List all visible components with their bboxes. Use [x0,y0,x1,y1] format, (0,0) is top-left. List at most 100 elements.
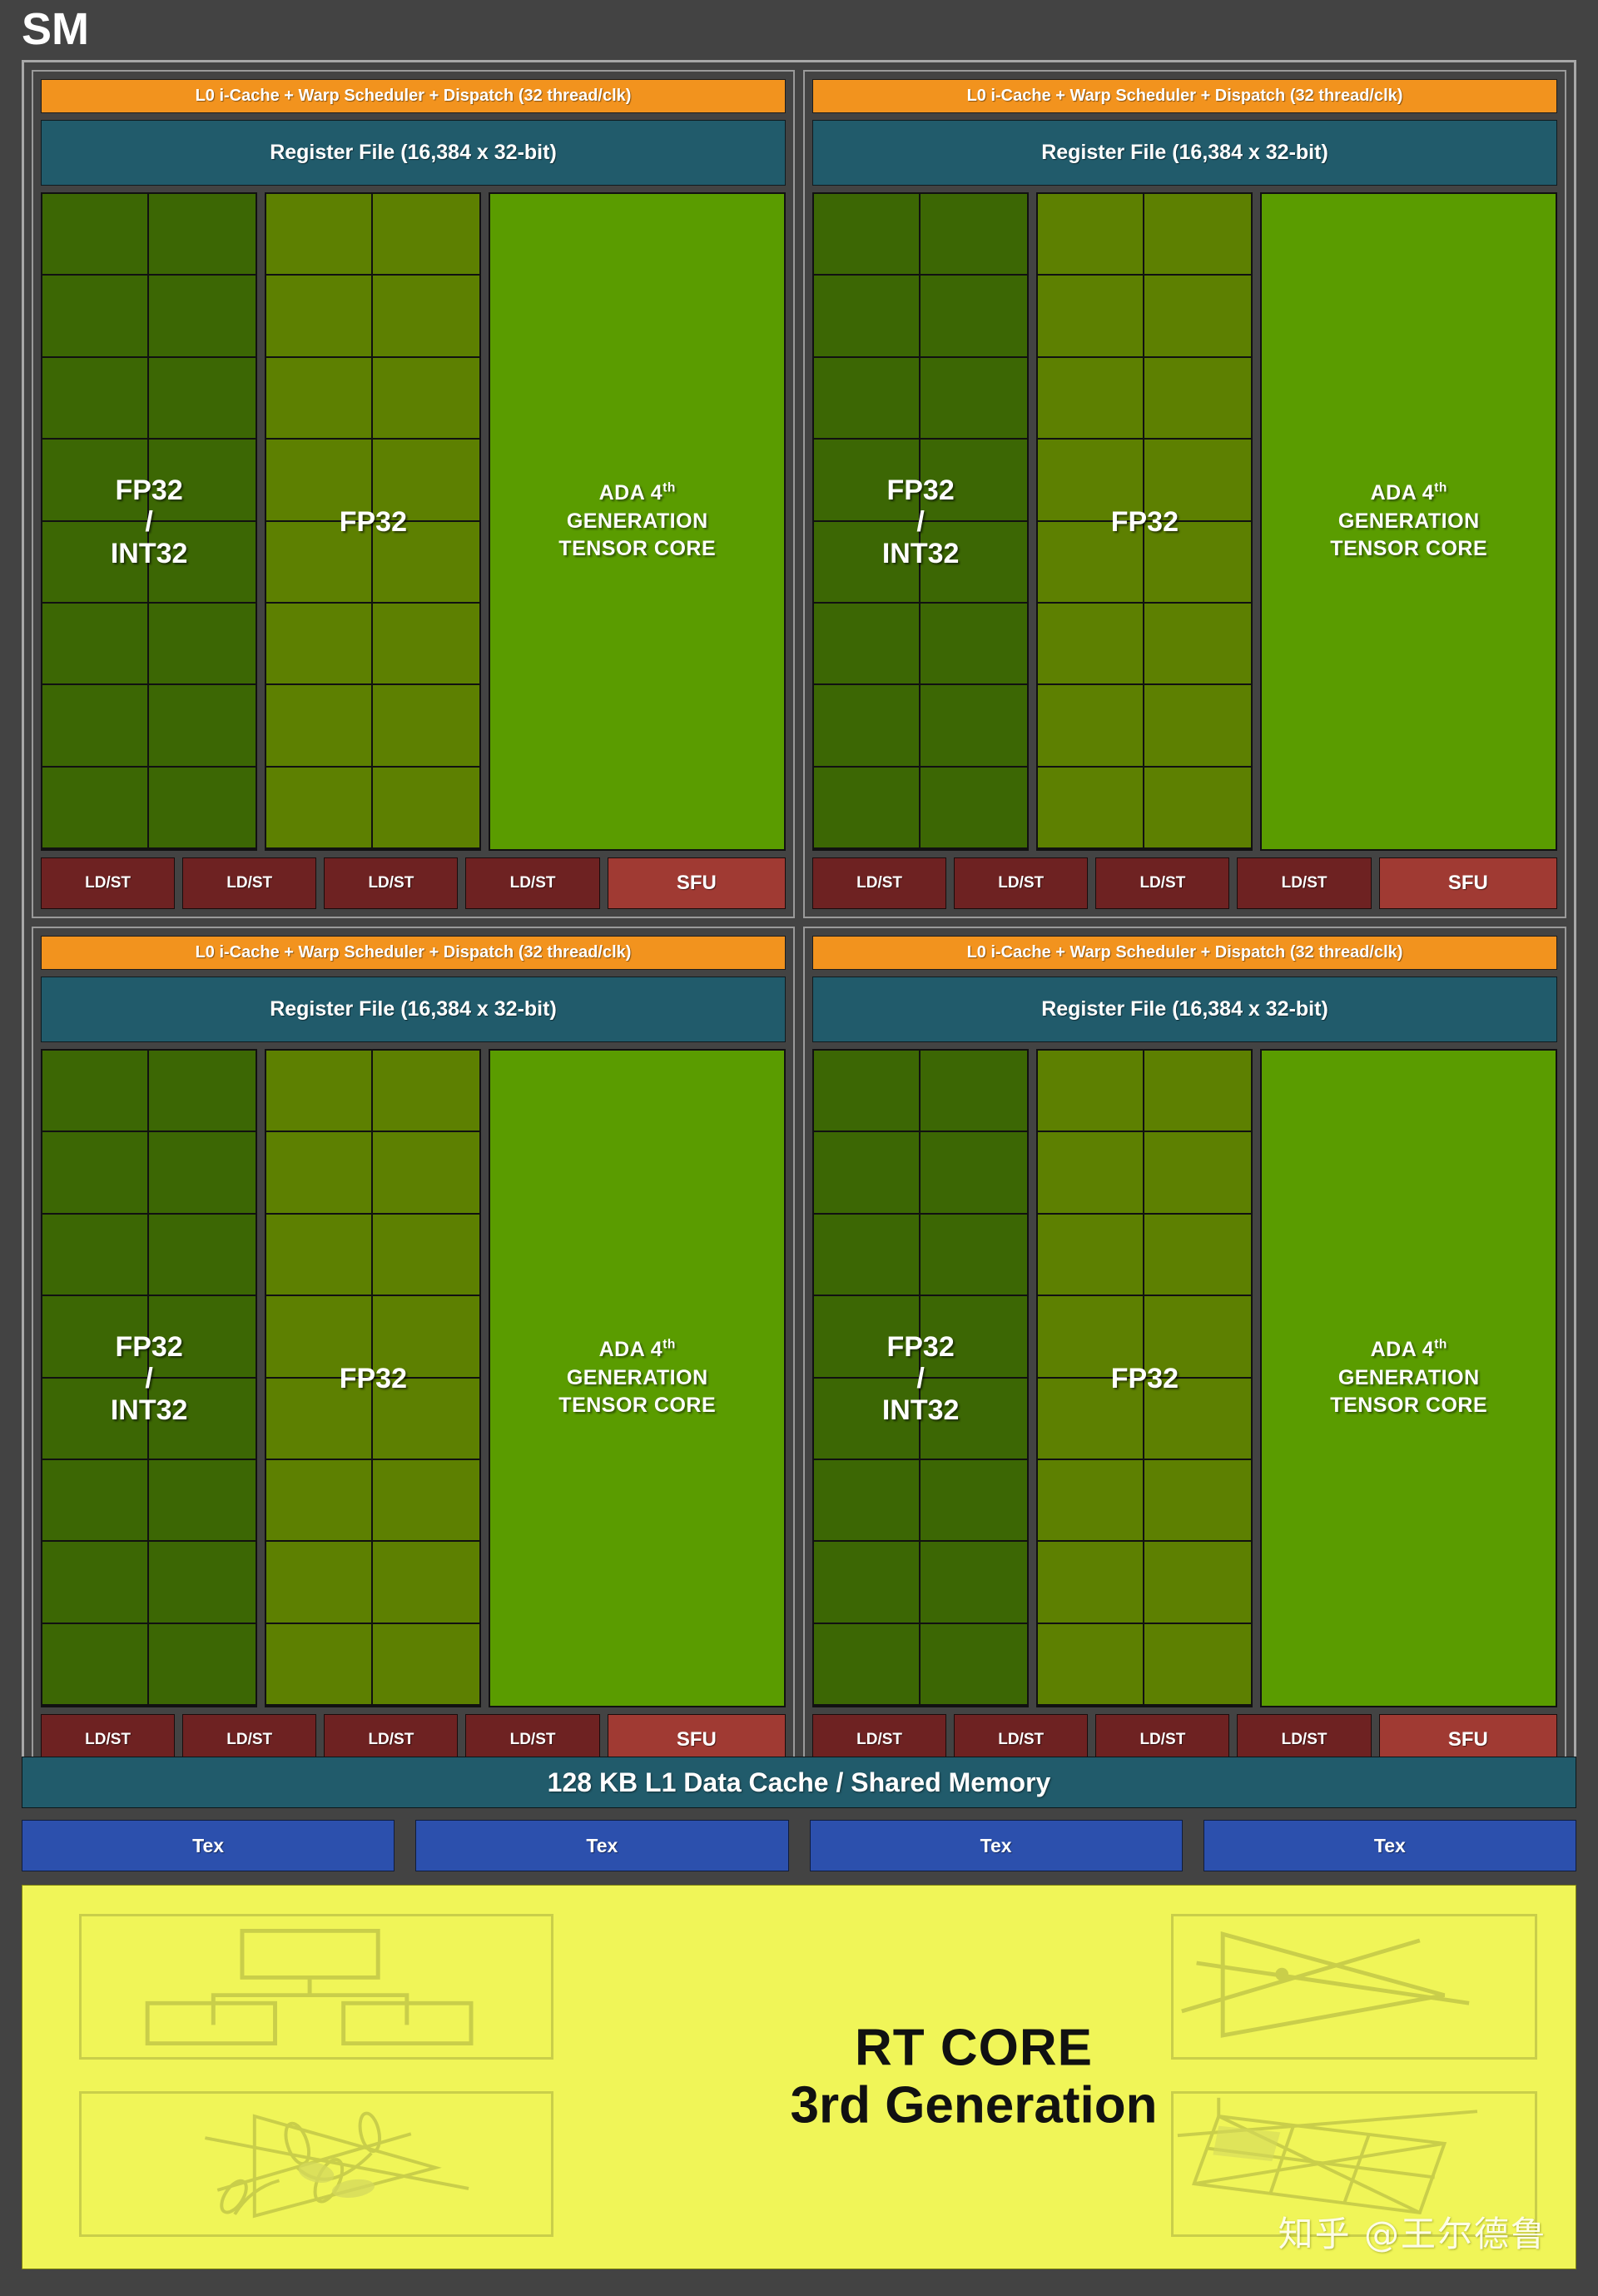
sm-diagram: SM L0 i-Cache + Warp Scheduler + Dispatc… [0,0,1598,2296]
core-area: FP32 / INT32 FP32 ADA 4th GENERATION TENSOR … [812,1049,1557,1707]
core-cell [266,1623,374,1706]
core-cell [1144,685,1252,768]
core-cell [1144,357,1252,440]
core-cell [1144,276,1252,358]
ldst-unit: LD/ST [954,857,1089,909]
core-cell [1038,1459,1145,1543]
core-cell [266,357,374,440]
register-file-bar: Register File (16,384 x 32-bit) [41,977,786,1042]
processing-block-1: L0 i-Cache + Warp Scheduler + Dispatch (… [32,70,795,918]
core-cell [1038,1623,1145,1706]
tensor-core-line2: GENERATION [566,1365,708,1389]
core-cell [814,603,921,686]
core-cell [814,194,921,276]
core-cell [42,521,150,604]
core-cell [373,1051,480,1133]
ray-triangle-icon [1171,1914,1537,2060]
core-cell [149,1132,256,1215]
core-cell [266,440,374,522]
core-cell [1144,1051,1252,1133]
core-cell [373,276,480,358]
core-cell [1038,1051,1145,1133]
core-cell [921,1459,1028,1543]
core-cell [921,1132,1028,1215]
warp-scheduler-bar: L0 i-Cache + Warp Scheduler + Dispatch (… [41,936,786,970]
rt-core-block: RT CORE 3rd Generation 知乎 @王尔德鲁 [22,1885,1576,2269]
core-cell [921,1214,1028,1297]
warp-scheduler-bar: L0 i-Cache + Warp Scheduler + Dispatch (… [812,936,1557,970]
core-cell [266,1051,374,1133]
core-cell [266,1132,374,1215]
core-cell [373,1132,480,1215]
ldst-unit: LD/ST [182,857,317,909]
core-cell [42,1296,150,1379]
tensor-core: ADA 4th GENERATION TENSOR CORE [1260,1049,1557,1707]
core-cell [814,767,921,849]
core-cell [1038,685,1145,768]
core-cell [1038,1214,1145,1297]
core-cell [149,1623,256,1706]
core-cell [1038,521,1145,604]
core-cell [266,1459,374,1543]
core-cell [373,1378,480,1460]
core-cell [149,685,256,768]
core-cell [149,357,256,440]
core-cell [42,357,150,440]
core-cell [921,1378,1028,1460]
core-cell [42,440,150,522]
core-cell [266,276,374,358]
core-cell [149,767,256,849]
core-area: FP32 / INT32 FP32 ADA 4th GENERATION TENSOR … [812,192,1557,851]
core-cell [1144,1296,1252,1379]
warp-scheduler-bar: L0 i-Cache + Warp Scheduler + Dispatch (… [812,79,1557,113]
register-file-bar: Register File (16,384 x 32-bit) [812,977,1557,1042]
core-cell [814,276,921,358]
tensor-core-line3: TENSOR CORE [1330,1394,1488,1418]
core-cell [149,1542,256,1624]
tensor-core: ADA 4th GENERATION TENSOR CORE [489,1049,786,1707]
core-cell [1144,194,1252,276]
core-cell [373,1623,480,1706]
core-cell [1144,521,1252,604]
ldst-unit: LD/ST [1237,857,1372,909]
core-cell [1038,357,1145,440]
warp-scheduler-bar: L0 i-Cache + Warp Scheduler + Dispatch (… [41,79,786,113]
tensor-core-ordinal: th [663,1337,676,1352]
tensor-core-line3: TENSOR CORE [558,1394,717,1418]
core-cell [373,194,480,276]
ldst-unit: LD/ST [1095,857,1230,909]
tensor-core: ADA 4th GENERATION TENSOR CORE [489,192,786,851]
core-group-fp32-int32: FP32 / INT32 [812,1049,1030,1707]
tex-unit: Tex [1203,1820,1576,1871]
core-cell [1038,1296,1145,1379]
ldst-unit: LD/ST [812,857,947,909]
core-cell [814,1132,921,1215]
core-cell [373,1214,480,1297]
core-cell [814,1378,921,1460]
core-group-fp32: FP32 [265,1049,482,1707]
core-cell [149,1459,256,1543]
core-cell [42,276,150,358]
core-cell [149,1378,256,1460]
core-cell [149,194,256,276]
core-cell [373,767,480,849]
tensor-core-line2: GENERATION [1337,1365,1480,1389]
core-cell [42,767,150,849]
core-cell [814,1051,921,1133]
sm-title: SM [22,4,89,54]
l1-data-cache-bar: 128 KB L1 Data Cache / Shared Memory [22,1757,1576,1808]
core-cell [373,1459,480,1543]
core-cell [266,1296,374,1379]
core-cell [1038,1132,1145,1215]
tensor-core-line2: GENERATION [566,509,708,533]
core-group-fp32-int32: FP32 / INT32 [41,1049,258,1707]
core-cell [149,1296,256,1379]
core-cell [1038,440,1145,522]
tensor-core-ordinal: th [663,480,676,495]
core-cell [266,1542,374,1624]
core-cell [149,276,256,358]
core-cell [266,521,374,604]
tensor-core-line1: ADA 4 [598,480,663,504]
ldst-unit: LD/ST [41,857,176,909]
tensor-core: ADA 4th GENERATION TENSOR CORE [1260,192,1557,851]
